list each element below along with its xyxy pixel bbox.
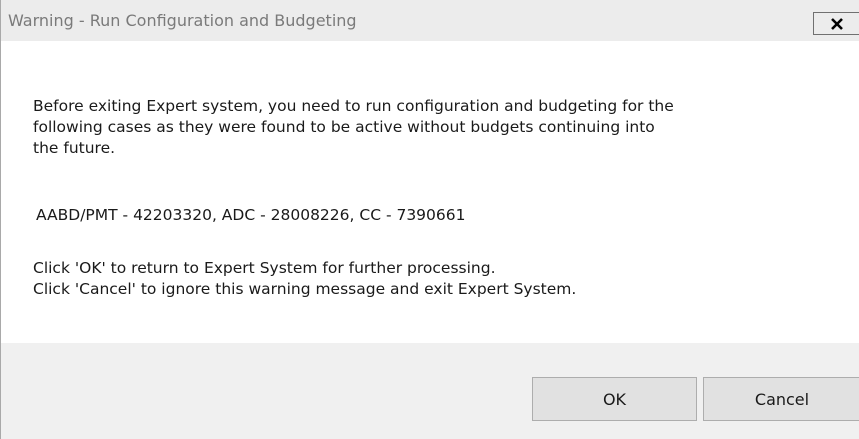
cancel-instruction: Click 'Cancel' to ignore this warning me… xyxy=(33,280,577,298)
close-button[interactable] xyxy=(813,12,859,35)
close-icon xyxy=(830,17,844,31)
message-area: Before exiting Expert system, you need t… xyxy=(1,41,859,343)
case-list: AABD/PMT - 42203320, ADC - 28008226, CC … xyxy=(36,206,466,224)
warning-message: Before exiting Expert system, you need t… xyxy=(33,96,674,159)
cancel-button[interactable]: Cancel xyxy=(703,377,859,421)
button-bar: OK Cancel xyxy=(1,343,859,439)
message-line-2: following cases as they were found to be… xyxy=(33,118,655,136)
message-line-3: the future. xyxy=(33,139,116,157)
warning-dialog: Warning - Run Configuration and Budgetin… xyxy=(0,0,859,439)
dialog-title: Warning - Run Configuration and Budgetin… xyxy=(8,11,357,30)
ok-button[interactable]: OK xyxy=(532,377,697,421)
ok-instruction: Click 'OK' to return to Expert System fo… xyxy=(33,259,496,277)
title-bar: Warning - Run Configuration and Budgetin… xyxy=(1,0,859,41)
message-line-1: Before exiting Expert system, you need t… xyxy=(33,97,674,115)
